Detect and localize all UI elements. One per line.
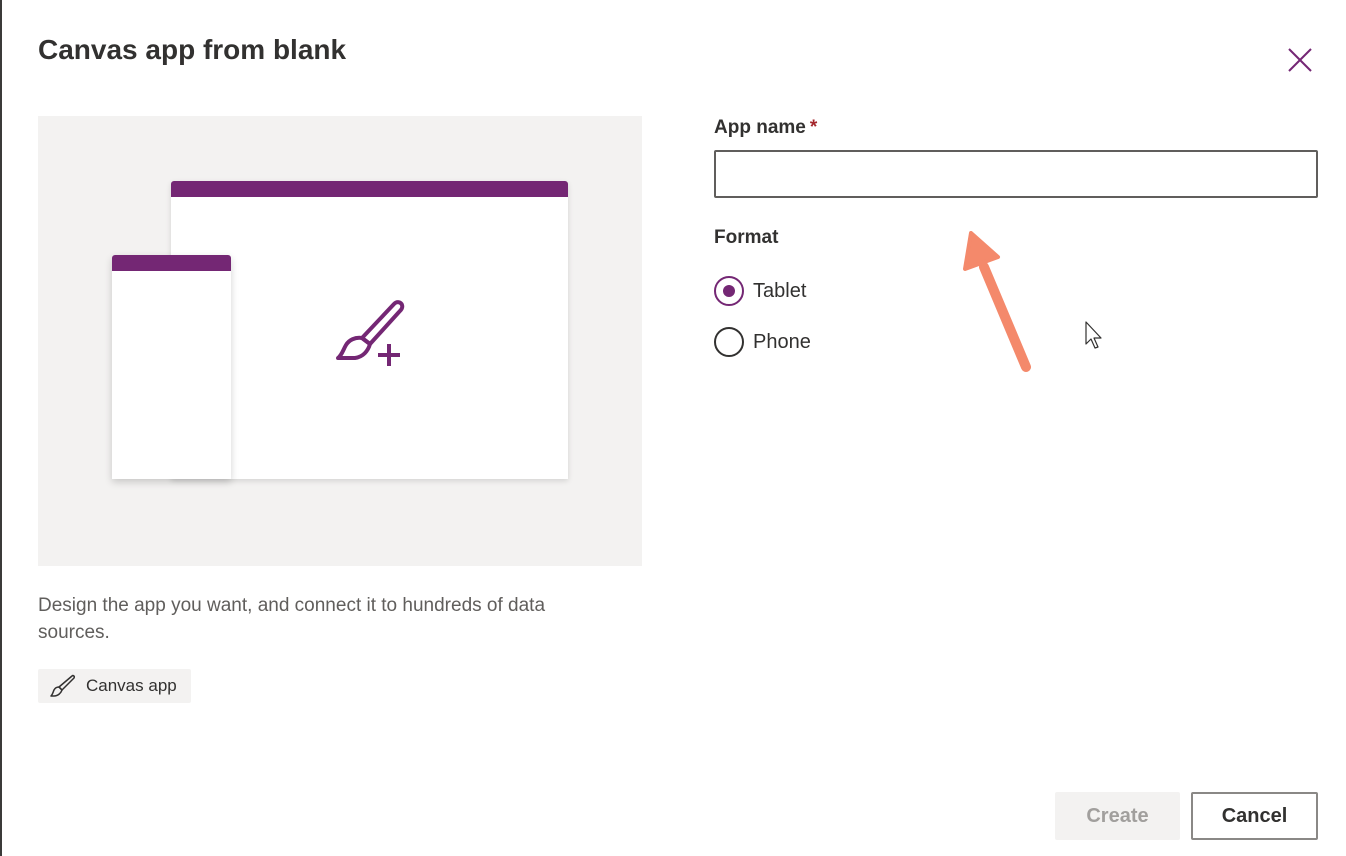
dialog-title: Canvas app from blank <box>38 34 347 65</box>
format-option-label: Tablet <box>753 279 807 302</box>
tag-label: Canvas app <box>86 676 177 695</box>
app-name-label-text: App name <box>714 117 806 138</box>
canvas-app-tag: Canvas app <box>38 669 191 703</box>
format-option-phone[interactable]: Phone <box>714 327 811 357</box>
canvas-app-dialog: Canvas app from blank Design the app you… <box>0 0 1346 856</box>
tablet-window-titlebar <box>171 181 568 197</box>
annotation-arrow-icon <box>963 231 1031 372</box>
app-name-label: App name * <box>714 117 817 139</box>
format-option-label: Phone <box>753 330 811 353</box>
close-button[interactable] <box>1280 40 1320 80</box>
format-label: Format <box>714 227 779 248</box>
paintbrush-plus-icon <box>336 300 405 366</box>
phone-window-illustration <box>112 255 231 479</box>
app-preview-illustration <box>38 116 642 566</box>
close-icon <box>1288 48 1312 72</box>
cancel-button[interactable]: Cancel <box>1191 792 1318 840</box>
create-button[interactable]: Create <box>1055 792 1180 840</box>
radio-button-phone[interactable] <box>714 327 744 357</box>
paintbrush-icon <box>50 674 76 698</box>
format-option-tablet[interactable]: Tablet <box>714 276 806 306</box>
app-name-input[interactable] <box>714 150 1318 198</box>
phone-window-titlebar <box>112 255 231 271</box>
mouse-pointer-icon <box>1085 321 1102 349</box>
radio-button-tablet[interactable] <box>714 276 744 306</box>
required-marker: * <box>809 117 818 138</box>
dialog-description: Design the app you want, and connect it … <box>38 595 546 643</box>
